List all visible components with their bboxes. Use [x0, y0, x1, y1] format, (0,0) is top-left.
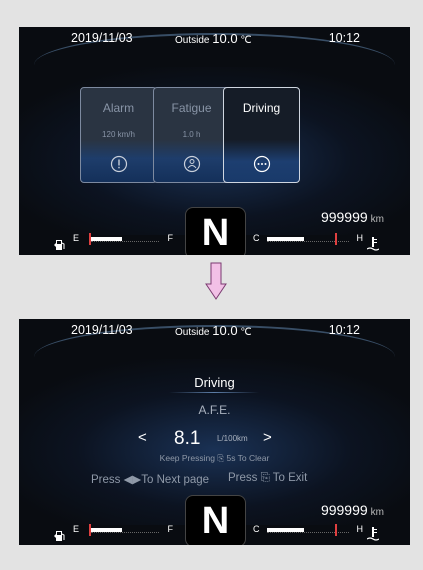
afe-unit: L/100km — [217, 434, 248, 443]
fuel-level-bar — [91, 237, 122, 241]
gear-indicator: N — [185, 495, 246, 545]
fuel-level-bar — [91, 528, 122, 532]
outside-temp-value: 10.0 — [212, 31, 238, 46]
gear-indicator: N — [185, 207, 246, 255]
clock: 10:12 — [328, 323, 360, 337]
coolant-gauge: C H — [253, 233, 363, 245]
odometer-value: 999999 — [320, 209, 368, 225]
odometer: 999999 km — [321, 209, 384, 225]
coolant-gauge: C H — [253, 524, 363, 536]
clear-hint: Keep Pressing ⎘ 5s To Clear — [159, 453, 270, 463]
coolant-level-bar — [267, 528, 304, 532]
outside-temp-value: 10.0 — [212, 323, 238, 338]
fuel-full-label: F — [167, 233, 174, 243]
card-driving[interactable]: Driving — [223, 87, 300, 183]
odometer-unit: km — [370, 507, 384, 518]
more-dots-icon — [253, 155, 271, 173]
coolant-red-mark — [335, 233, 337, 245]
odometer: 999999 km — [321, 502, 384, 518]
chevron-right-icon[interactable]: > — [263, 429, 272, 446]
fuel-empty-label: E — [73, 233, 80, 243]
driver-icon — [183, 155, 201, 173]
next-page-hint: Press ◀▶To Next page — [91, 474, 210, 486]
outside-label: Outside — [175, 327, 210, 338]
fuel-icon — [54, 531, 65, 541]
exit-hint: Press ⎘ To Exit — [228, 472, 308, 484]
coolant-hot-label: H — [356, 233, 364, 243]
card-value: 120 km/h — [102, 130, 135, 139]
clock: 10:12 — [328, 31, 360, 45]
card-value: 1.0 h — [182, 130, 201, 139]
fuel-empty-label: E — [73, 524, 80, 534]
card-title: Alarm — [102, 101, 135, 115]
fuel-gauge: E F — [73, 524, 173, 536]
chevron-left-icon[interactable]: < — [138, 429, 147, 446]
odometer-value: 999999 — [320, 502, 368, 518]
fuel-full-label: F — [167, 524, 174, 534]
fuel-gauge: E F — [73, 233, 173, 245]
afe-value: 8.1 — [174, 428, 201, 449]
date-display: 2019/11/03 — [71, 323, 133, 337]
temp-unit: ℃ — [240, 327, 252, 338]
cluster-screen-menu: 2019/11/03 Outside 10.0 ℃ 10:12 Alarm 12… — [19, 27, 410, 255]
arrow-down-icon — [205, 262, 227, 300]
coolant-hot-label: H — [356, 524, 364, 534]
coolant-cold-label: C — [253, 524, 260, 534]
outside-temp: Outside 10.0 ℃ — [175, 31, 252, 46]
temp-unit: ℃ — [240, 35, 252, 46]
card-title: Driving — [242, 101, 281, 115]
coolant-red-mark — [335, 524, 337, 536]
coolant-temp-icon — [367, 237, 379, 251]
odometer-unit: km — [370, 214, 384, 225]
coolant-level-bar — [267, 237, 304, 241]
card-title: Fatigue — [171, 101, 212, 115]
exclamation-icon — [110, 155, 128, 173]
date-display: 2019/11/03 — [71, 31, 133, 45]
title-underline — [169, 392, 259, 393]
page-subtitle: A.F.E. — [198, 403, 231, 417]
fuel-icon — [54, 240, 65, 250]
outside-label: Outside — [175, 35, 210, 46]
coolant-temp-icon — [367, 527, 379, 541]
page-title: Driving — [194, 375, 235, 390]
cluster-screen-driving: 2019/11/03 Outside 10.0 ℃ 10:12 Driving … — [19, 319, 410, 545]
card-alarm[interactable]: Alarm 120 km/h — [80, 87, 157, 183]
card-fatigue[interactable]: Fatigue 1.0 h — [153, 87, 230, 183]
coolant-cold-label: C — [253, 233, 260, 243]
outside-temp: Outside 10.0 ℃ — [175, 323, 252, 338]
